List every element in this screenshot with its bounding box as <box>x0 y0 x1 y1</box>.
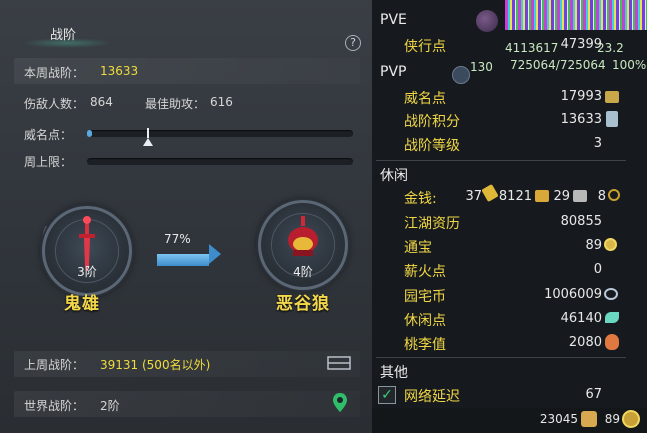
fame-label: 威名点： <box>24 128 73 142</box>
shield-icon <box>452 66 470 84</box>
world-rank-label: 世界战阶： <box>24 399 85 413</box>
pve-item-value: 47399 <box>560 37 602 52</box>
leisure-item-value: 0 <box>593 262 602 277</box>
tongbao-coin-icon <box>604 238 617 251</box>
crystal-icon <box>606 111 618 127</box>
leisure-item-label: 园宅币 <box>404 289 446 305</box>
overlay-value-b: 725064/725064 <box>510 58 606 72</box>
world-rank-value: 2阶 <box>100 399 120 413</box>
leisure-item-value: 2080 <box>568 335 602 350</box>
copper-coin-icon <box>608 189 620 201</box>
coin-icon[interactable] <box>622 410 640 428</box>
latency-value: 67 <box>585 387 602 402</box>
kills-value: 864 <box>90 95 113 109</box>
best-assist-label: 最佳助攻： <box>145 97 206 111</box>
leisure-item-label: 桃李值 <box>404 337 446 353</box>
rank-panel: 战阶 ? 本周战阶： 13633 伤敌人数： 864 最佳助攻： 616 威名点… <box>0 0 372 433</box>
last-week-value: 39131 (500名以外) <box>100 358 211 372</box>
status-value-a: 23045 <box>539 412 578 426</box>
pvp-header: PVP <box>380 64 407 80</box>
pve-header: PVE <box>380 12 407 28</box>
divider <box>376 357 626 358</box>
fame-marker-icon <box>143 138 153 146</box>
backpack-icon[interactable] <box>581 411 597 427</box>
pvp-item-label: 战阶等级 <box>404 138 460 154</box>
buff-bar-overlay <box>505 0 647 30</box>
overlay-value-e: 100% <box>612 58 647 72</box>
latency-checkbox[interactable]: ✓ <box>378 386 396 404</box>
next-rank-level: 4阶 <box>293 265 313 279</box>
rank-progress-arrow <box>157 254 209 266</box>
arrow-head-icon <box>209 244 221 264</box>
leisure-item-value: 1006009 <box>544 287 602 302</box>
leisure-item-label: 薪火点 <box>404 264 446 280</box>
fame-icon <box>605 91 619 103</box>
leisure-item-label: 休闲点 <box>404 313 446 329</box>
current-rank-name: 鬼雄 <box>64 294 100 314</box>
next-rank-name: 恶谷狼 <box>276 294 330 314</box>
silver-ingot-icon <box>573 190 587 202</box>
pvp-item-value: 3 <box>593 136 602 151</box>
fame-progress-bar <box>87 130 353 137</box>
rank-progress-percent: 77% <box>164 232 191 246</box>
leisure-item-label: 江湖资历 <box>404 216 460 232</box>
panel-header: 战阶 ? <box>0 12 372 52</box>
money-gold-value: 37 <box>465 189 482 204</box>
sword-icon <box>79 216 95 272</box>
status-value-b: 89 <box>604 412 620 426</box>
location-pin-icon[interactable] <box>332 392 348 414</box>
current-rank-emblem[interactable] <box>42 206 132 296</box>
money-label: 金钱: <box>404 191 437 207</box>
leisure-header: 休闲 <box>380 168 408 184</box>
pvp-item-value: 17993 <box>560 89 602 104</box>
buff-orb-icon <box>476 10 498 32</box>
pvp-item-label: 威名点 <box>404 91 446 107</box>
week-cap-progress-bar <box>87 158 353 165</box>
weekly-rank-value: 13633 <box>100 64 139 78</box>
yuanbao-icon <box>535 190 549 202</box>
overlay-value-c: 130 <box>470 60 493 74</box>
money-copper-value: 8 <box>597 189 606 204</box>
mail-icon[interactable] <box>327 355 351 371</box>
leisure-item-label: 通宝 <box>404 240 432 256</box>
week-cap-label: 周上限： <box>24 155 73 169</box>
fame-marker-line <box>147 128 149 138</box>
leisure-item-value: 46140 <box>560 311 602 326</box>
money-silver1-value: 8121 <box>498 189 532 204</box>
pvp-item-value: 13633 <box>560 112 602 127</box>
current-rank-level: 3阶 <box>77 265 97 279</box>
other-header: 其他 <box>380 365 408 381</box>
latency-label: 网络延迟 <box>404 389 460 405</box>
divider <box>376 160 626 161</box>
panel-title: 战阶 <box>50 28 77 43</box>
last-week-label: 上周战阶： <box>24 358 85 372</box>
pvp-item-label: 战阶积分 <box>404 114 460 130</box>
leisure-item-value: 89 <box>585 238 602 253</box>
kills-label: 伤敌人数： <box>24 97 85 111</box>
pve-item-label: 侠行点 <box>404 39 446 55</box>
best-assist-value: 616 <box>210 95 233 109</box>
help-icon[interactable]: ? <box>345 35 361 51</box>
weekly-rank-label: 本周战阶： <box>24 66 85 80</box>
leisure-item-value: 80855 <box>560 214 602 229</box>
fame-progress-fill <box>87 130 93 137</box>
money-silver2-value: 29 <box>553 189 570 204</box>
manor-coin-icon <box>604 288 618 300</box>
peach-icon <box>605 334 619 350</box>
leaf-icon <box>605 312 619 323</box>
